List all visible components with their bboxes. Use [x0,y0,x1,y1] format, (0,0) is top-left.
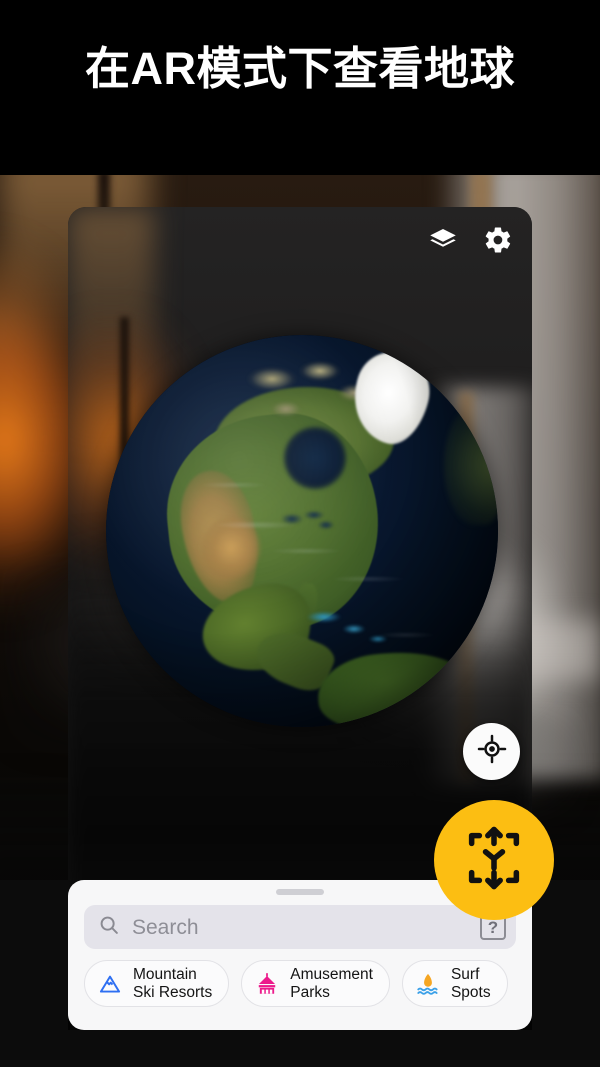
category-chip-row: Mountain Ski Resorts Amusement Parks Sur… [84,960,532,1007]
ar-view-toolbar [427,224,514,256]
earth-globe[interactable] [106,335,498,727]
chip-amusement-parks[interactable]: Amusement Parks [241,960,390,1007]
search-placeholder: Search [132,915,199,939]
layers-button[interactable] [427,224,459,256]
carousel-icon [254,971,280,997]
search-icon [98,914,120,941]
sheet-drag-handle[interactable] [276,889,324,895]
background-mask-bottom [0,1030,600,1067]
search-field[interactable]: Search ? [84,905,516,949]
layers-icon [428,225,458,255]
ar-mode-button[interactable] [434,800,554,920]
chip-label: Surf Spots [450,965,491,1001]
globe-shading [106,335,498,727]
crosshair-icon [477,734,507,769]
chip-label: Amusement Parks [290,965,373,1001]
surf-icon [415,971,441,997]
recenter-button[interactable] [463,723,520,780]
gear-icon [483,225,513,255]
headline-banner: 在AR模式下查看地球 [0,0,600,175]
chip-surf-spots[interactable]: Surf Spots [401,960,508,1007]
mountain-icon [97,971,123,997]
chip-mountain-ski-resorts[interactable]: Mountain Ski Resorts [84,960,230,1007]
settings-button[interactable] [482,224,514,256]
ar-cube-icon [457,821,531,900]
chip-label: Mountain Ski Resorts [133,965,213,1001]
page-title: 在AR模式下查看地球 [85,43,515,94]
